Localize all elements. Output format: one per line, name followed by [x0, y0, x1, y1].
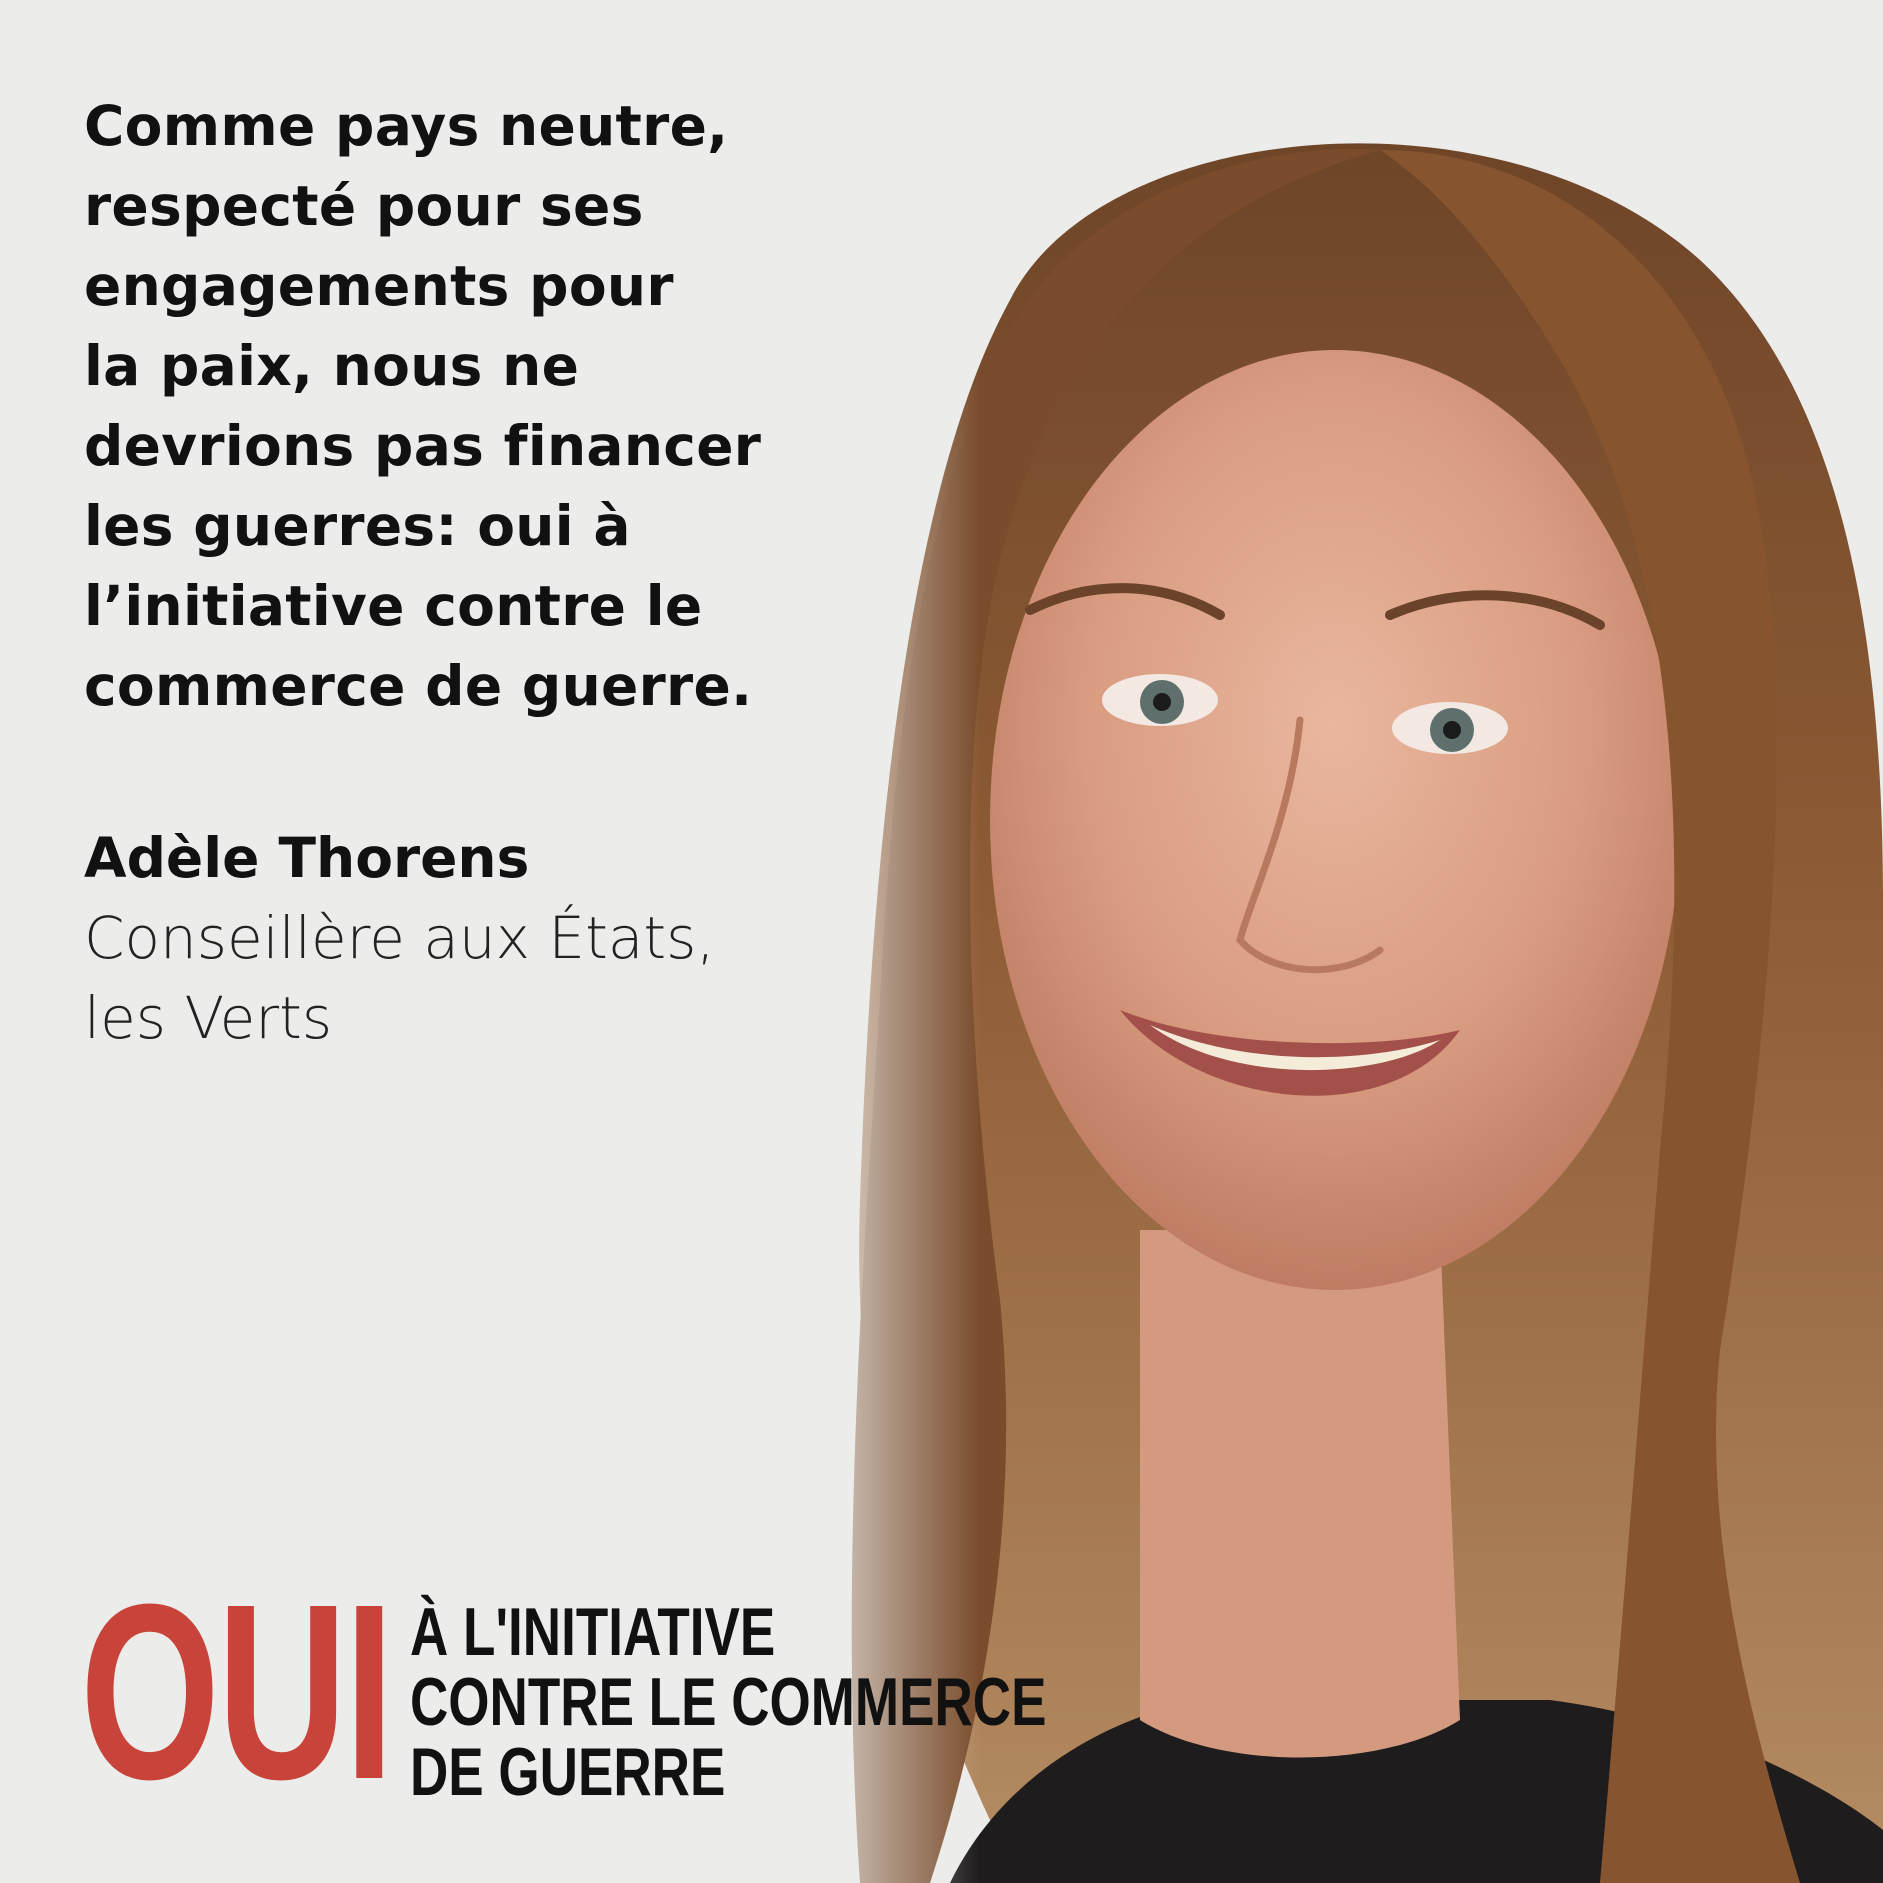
- quote-line: les guerres: oui à: [84, 494, 631, 558]
- quote-line: respecté pour ses: [84, 174, 644, 238]
- slogan-line: DE GUERRE: [410, 1734, 726, 1810]
- author-role-line: les Verts: [84, 984, 333, 1052]
- slogan-line: CONTRE LE COMMERCE: [410, 1664, 1047, 1740]
- author-role-line: Conseillère aux États,: [84, 904, 715, 972]
- quote-line: devrions pas financer: [84, 414, 762, 478]
- poster: Comme pays neutre, respecté pour ses eng…: [0, 0, 1883, 1883]
- neck: [1140, 1230, 1460, 1758]
- quote-line: l’initiative contre le: [84, 574, 703, 638]
- face: [990, 350, 1680, 1290]
- quote-line: engagements pour: [84, 254, 674, 318]
- quote-line: Comme pays neutre,: [84, 94, 729, 158]
- oui-badge: OUI: [80, 1552, 394, 1831]
- quote-line: la paix, nous ne: [84, 334, 580, 398]
- author-name: Adèle Thorens: [84, 826, 530, 890]
- slogan-line: À L'INITIATIVE: [410, 1594, 776, 1670]
- quote-line: commerce de guerre.: [84, 654, 753, 718]
- author-role: Conseillère aux États, les Verts: [84, 898, 715, 1058]
- campaign-slogan: À L'INITIATIVE CONTRE LE COMMERCE DE GUE…: [410, 1597, 1046, 1807]
- quote-text: Comme pays neutre, respecté pour ses eng…: [84, 86, 864, 726]
